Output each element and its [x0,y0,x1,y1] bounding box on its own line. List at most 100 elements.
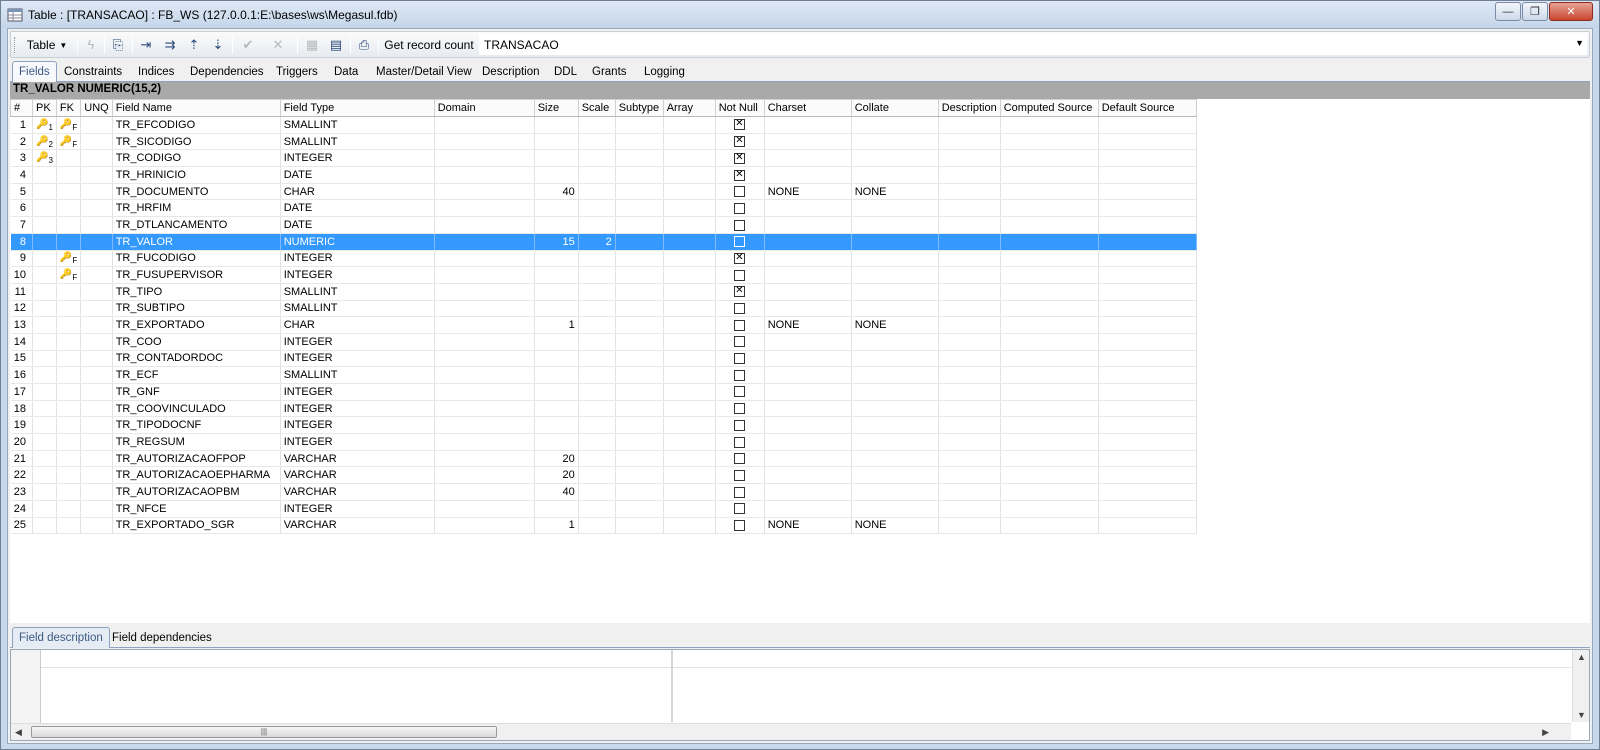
default-source-cell[interactable] [1098,133,1197,151]
array-cell[interactable] [663,216,716,234]
charset-cell[interactable] [764,283,852,301]
description-cell[interactable] [938,416,1001,435]
computed-source-cell[interactable] [1000,199,1099,218]
not-null-cell[interactable] [715,500,765,518]
scroll-right-icon[interactable]: ▶ [1542,727,1549,738]
not-null-cell[interactable] [715,216,765,234]
subtype-cell[interactable] [615,433,664,451]
computed-source-cell[interactable] [1000,416,1099,435]
description-cell[interactable] [938,233,1001,251]
collate-cell[interactable] [851,133,939,151]
print-button[interactable]: ⎙ [353,35,375,55]
array-cell[interactable] [663,133,716,151]
column-header[interactable]: FK [55,99,82,117]
scale-cell[interactable] [578,216,616,234]
fk-cell[interactable] [56,450,82,468]
scale-cell[interactable] [578,517,616,535]
pk-cell[interactable]: 🔑1 [32,116,57,134]
description-cell[interactable] [938,300,1001,318]
unq-cell[interactable] [80,300,113,318]
field-name-cell[interactable]: TR_CODIGO [112,149,281,168]
charset-cell[interactable] [764,400,852,418]
field-type-cell[interactable]: SMALLINT [280,116,435,134]
row-number[interactable]: 18 [10,400,33,418]
size-cell[interactable] [534,133,579,151]
computed-source-cell[interactable] [1000,433,1099,451]
description-cell[interactable] [938,350,1001,368]
pk-cell[interactable] [32,466,57,485]
fk-cell[interactable] [56,517,82,535]
fk-cell[interactable] [56,300,82,318]
column-header[interactable]: Charset [763,99,852,117]
not-null-cell[interactable] [715,316,765,334]
collate-cell[interactable] [851,350,939,368]
description-editor[interactable] [41,650,1571,668]
row-number[interactable]: 25 [10,517,33,535]
default-source-cell[interactable] [1098,416,1197,435]
description-cell[interactable] [938,500,1001,518]
default-source-cell[interactable] [1098,366,1197,384]
not-null-cell[interactable] [715,199,765,218]
not-null-cell[interactable] [715,116,765,134]
domain-cell[interactable] [434,433,535,451]
computed-source-cell[interactable] [1000,116,1099,134]
description-cell[interactable] [938,333,1001,351]
field-name-cell[interactable]: TR_FUCODIGO [112,250,281,268]
computed-source-cell[interactable] [1000,450,1099,468]
row-number[interactable]: 6 [10,199,33,218]
domain-cell[interactable] [434,166,535,184]
table-row[interactable]: 18 TR_COOVINCULADO INTEGER [10,400,1197,418]
subtype-cell[interactable] [615,266,664,284]
tab-field-dependencies[interactable]: Field dependencies [106,630,218,646]
default-source-cell[interactable] [1098,316,1197,334]
scale-cell[interactable] [578,133,616,151]
scale-cell[interactable] [578,333,616,351]
subtype-cell[interactable] [615,233,664,251]
scroll-left-icon[interactable]: ◀ [15,727,22,738]
column-header[interactable]: UNQ [80,99,113,117]
computed-source-cell[interactable] [1000,216,1099,234]
field-type-cell[interactable]: INTEGER [280,416,435,435]
charset-cell[interactable]: NONE [764,517,852,535]
get-record-count-button[interactable]: Get record count [381,35,477,55]
array-cell[interactable] [663,416,716,435]
computed-source-cell[interactable] [1000,149,1099,168]
report-button[interactable]: ▤ [325,35,347,55]
field-name-cell[interactable]: TR_HRFIM [112,199,281,218]
not-null-cell[interactable] [715,383,765,401]
tab-description[interactable]: Description [476,64,546,82]
size-cell[interactable] [534,400,579,418]
default-source-cell[interactable] [1098,183,1197,201]
subtype-cell[interactable] [615,316,664,334]
collate-cell[interactable] [851,483,939,501]
charset-cell[interactable] [764,450,852,468]
field-type-cell[interactable]: VARCHAR [280,450,435,468]
size-cell[interactable] [534,416,579,435]
not-null-cell[interactable] [715,433,765,451]
close-button[interactable]: ✕ [1549,2,1593,21]
array-cell[interactable] [663,300,716,318]
scale-cell[interactable] [578,400,616,418]
pk-cell[interactable] [32,166,57,184]
table-row[interactable]: 22 TR_AUTORIZACAOEPHARMA VARCHAR 20 [10,466,1197,485]
description-cell[interactable] [938,216,1001,234]
field-type-cell[interactable]: INTEGER [280,400,435,418]
size-cell[interactable]: 20 [534,450,579,468]
field-type-cell[interactable]: SMALLINT [280,300,435,318]
description-cell[interactable] [938,433,1001,451]
subtype-cell[interactable] [615,300,664,318]
move-down-button[interactable]: ⇣ [207,35,229,55]
field-name-cell[interactable]: TR_COOVINCULADO [112,400,281,418]
computed-source-cell[interactable] [1000,466,1099,485]
scale-cell[interactable] [578,199,616,218]
charset-cell[interactable] [764,250,852,268]
description-cell[interactable] [938,316,1001,334]
unq-cell[interactable] [80,283,113,301]
field-type-cell[interactable]: INTEGER [280,333,435,351]
array-cell[interactable] [663,350,716,368]
title-bar[interactable]: Table : [TRANSACAO] : FB_WS (127.0.0.1:E… [1,1,1599,28]
unq-cell[interactable] [80,483,113,501]
field-type-cell[interactable]: INTEGER [280,433,435,451]
unq-cell[interactable] [80,383,113,401]
collate-cell[interactable] [851,300,939,318]
